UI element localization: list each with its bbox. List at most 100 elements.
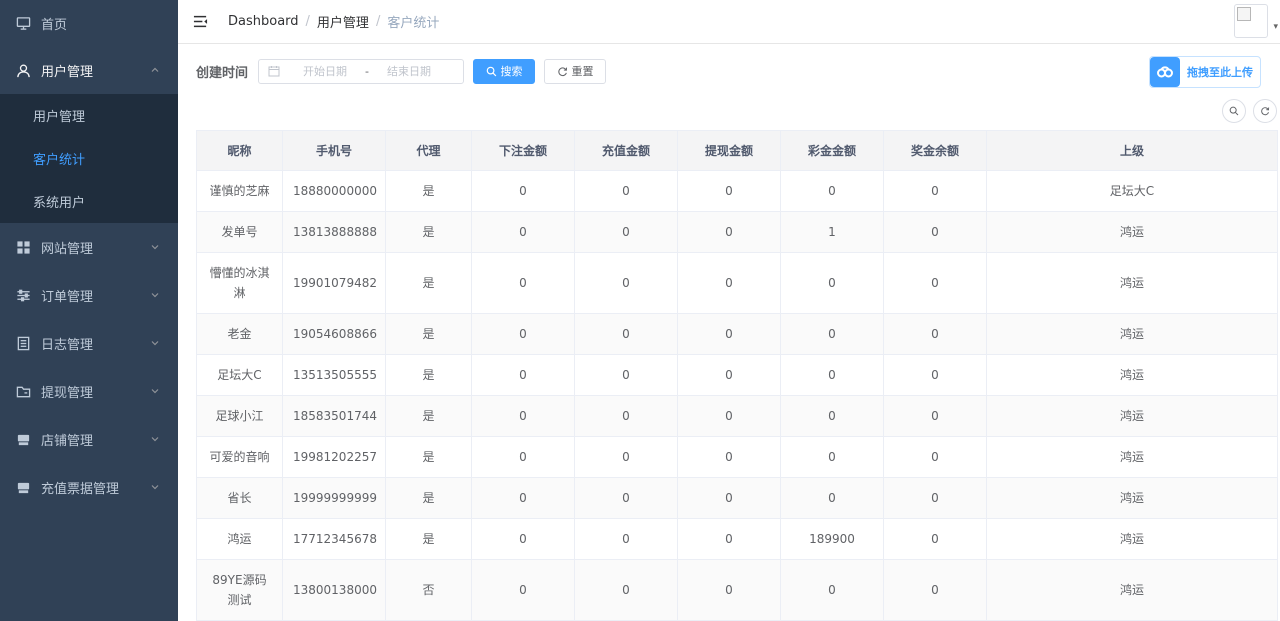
caret-down-icon[interactable]: ▾ bbox=[1273, 22, 1278, 32]
table-cell: 0 bbox=[677, 559, 781, 621]
sub-item-customer-stats[interactable]: 客户统计 bbox=[0, 137, 178, 180]
breadcrumb: Dashboard / 用户管理 / 客户统计 bbox=[228, 12, 439, 31]
chevron-down-icon bbox=[150, 242, 160, 252]
table-cell: 0 bbox=[677, 477, 781, 519]
table-row: 懵懂的冰淇淋 19901079482 是 0 0 0 0 0 鸿运 bbox=[196, 252, 1278, 314]
breadcrumb-dashboard[interactable]: Dashboard bbox=[228, 14, 299, 29]
table-cell: 鸿运 bbox=[986, 559, 1278, 621]
document-icon bbox=[15, 335, 31, 351]
menu-item-label: 充值票据管理 bbox=[41, 481, 120, 497]
upload-label: 拖拽至此上传 bbox=[1187, 66, 1253, 79]
upload-dropzone[interactable]: 拖拽至此上传 bbox=[1149, 56, 1261, 88]
grid-icon bbox=[15, 239, 31, 255]
table-cell: 0 bbox=[471, 477, 575, 519]
table-cell: 0 bbox=[677, 252, 781, 314]
date-range-picker[interactable]: 开始日期 - 结束日期 bbox=[258, 58, 465, 84]
table-cell: 89YE源码测试 bbox=[196, 559, 283, 621]
table-cell: 0 bbox=[883, 170, 987, 212]
table-row: 89YE源码测试 13800138000 否 0 0 0 0 0 鸿运 bbox=[196, 559, 1278, 621]
table-cell: 0 bbox=[574, 395, 678, 437]
table-cell: 0 bbox=[780, 170, 884, 212]
table-cell: 0 bbox=[471, 559, 575, 621]
table-cell: 19054608866 bbox=[282, 313, 386, 355]
table-cell: 是 bbox=[385, 354, 472, 396]
customer-stats-table: 昵称 手机号 代理 下注金额 充值金额 提现金额 彩金金额 奖金余额 上级 谨慎的芝麻 18880… bbox=[196, 130, 1278, 621]
sub-item-user-management[interactable]: 用户管理 bbox=[0, 94, 178, 137]
search-icon bbox=[1229, 106, 1239, 116]
table-cell: 鸿运 bbox=[986, 252, 1278, 314]
hamburger-menu-icon[interactable] bbox=[192, 14, 208, 30]
search-button[interactable]: 搜索 bbox=[473, 58, 536, 84]
table-cell: 0 bbox=[780, 559, 884, 621]
menu-item-recharge-receipt-management[interactable]: 充值票据管理 bbox=[0, 463, 178, 511]
table-cell: 1 bbox=[780, 211, 884, 253]
menu-item-withdrawal-management[interactable]: 提现管理 bbox=[0, 367, 178, 415]
table-cell: 0 bbox=[780, 477, 884, 519]
table-cell: 0 bbox=[471, 252, 575, 314]
table-cell: 可爱的音响 bbox=[196, 436, 283, 478]
table-cell: 0 bbox=[574, 170, 678, 212]
table-cell: 是 bbox=[385, 252, 472, 314]
breadcrumb-user-management[interactable]: 用户管理 bbox=[317, 12, 369, 31]
table-cell: 0 bbox=[471, 395, 575, 437]
reset-button[interactable]: 重置 bbox=[544, 58, 607, 84]
column-header: 充值金额 bbox=[574, 130, 678, 171]
table-cell: 鸿运 bbox=[986, 518, 1278, 560]
table-cell: 0 bbox=[471, 313, 575, 355]
menu-item-order-management[interactable]: 订单管理 bbox=[0, 271, 178, 319]
table-cell: 是 bbox=[385, 477, 472, 519]
menu-item-label: 用户管理 bbox=[41, 64, 94, 80]
table-cell: 0 bbox=[677, 313, 781, 355]
menu-item-website-management[interactable]: 网站管理 bbox=[0, 223, 178, 271]
table-cell: 鸿运 bbox=[986, 477, 1278, 519]
menu-item-label: 提现管理 bbox=[41, 385, 94, 401]
calendar-icon bbox=[268, 65, 280, 77]
toggle-search-button[interactable] bbox=[1222, 99, 1246, 123]
table-row: 鸿运 17712345678 是 0 0 0 189900 0 鸿运 bbox=[196, 518, 1278, 560]
table-cell: 0 bbox=[883, 252, 987, 314]
start-date-input[interactable]: 开始日期 bbox=[294, 63, 356, 79]
table-row: 发单号 13813888888 是 0 0 0 1 0 鸿运 bbox=[196, 211, 1278, 253]
refresh-button[interactable] bbox=[1253, 99, 1277, 123]
end-date-input[interactable]: 结束日期 bbox=[378, 63, 440, 79]
table-cell: 发单号 bbox=[196, 211, 283, 253]
menu-item-log-management[interactable]: 日志管理 bbox=[0, 319, 178, 367]
table-cell: 否 bbox=[385, 559, 472, 621]
menu-item-user-management[interactable]: 用户管理 bbox=[0, 46, 178, 94]
table-cell: 0 bbox=[574, 436, 678, 478]
column-header: 提现金额 bbox=[677, 130, 781, 171]
table-cell: 18583501744 bbox=[282, 395, 386, 437]
search-icon bbox=[486, 66, 496, 76]
table-cell: 鸿运 bbox=[986, 313, 1278, 355]
table-cell: 0 bbox=[677, 436, 781, 478]
column-header: 奖金余额 bbox=[883, 130, 987, 171]
chevron-down-icon bbox=[150, 290, 160, 300]
table-cell: 0 bbox=[471, 436, 575, 478]
table-cell: 0 bbox=[780, 313, 884, 355]
chevron-down-icon bbox=[150, 386, 160, 396]
table-row: 足球小江 18583501744 是 0 0 0 0 0 鸿运 bbox=[196, 395, 1278, 437]
table-cell: 19999999999 bbox=[282, 477, 386, 519]
table-cell: 0 bbox=[471, 354, 575, 396]
sub-item-system-users[interactable]: 系统用户 bbox=[0, 180, 178, 223]
menu-item-store-management[interactable]: 店铺管理 bbox=[0, 415, 178, 463]
table-cell: 0 bbox=[677, 211, 781, 253]
avatar[interactable] bbox=[1234, 4, 1268, 38]
table-cell: 0 bbox=[883, 354, 987, 396]
table-cell: 鸿运 bbox=[986, 395, 1278, 437]
refresh-icon bbox=[1261, 107, 1270, 116]
table-row: 省长 19999999999 是 0 0 0 0 0 鸿运 bbox=[196, 477, 1278, 519]
table-cell: 0 bbox=[574, 559, 678, 621]
chevron-down-icon bbox=[150, 338, 160, 348]
table-cell: 鸿运 bbox=[196, 518, 283, 560]
table-cell: 懵懂的冰淇淋 bbox=[196, 252, 283, 314]
table-cell: 是 bbox=[385, 436, 472, 478]
menu-item-label: 日志管理 bbox=[41, 337, 94, 353]
table-cell: 0 bbox=[883, 477, 987, 519]
table-cell: 0 bbox=[471, 518, 575, 560]
table-cell: 0 bbox=[574, 211, 678, 253]
menu-item-label: 网站管理 bbox=[41, 241, 94, 257]
chevron-down-icon bbox=[150, 434, 160, 444]
table-cell: 是 bbox=[385, 518, 472, 560]
menu-item-home[interactable]: 首页 bbox=[0, 0, 178, 46]
